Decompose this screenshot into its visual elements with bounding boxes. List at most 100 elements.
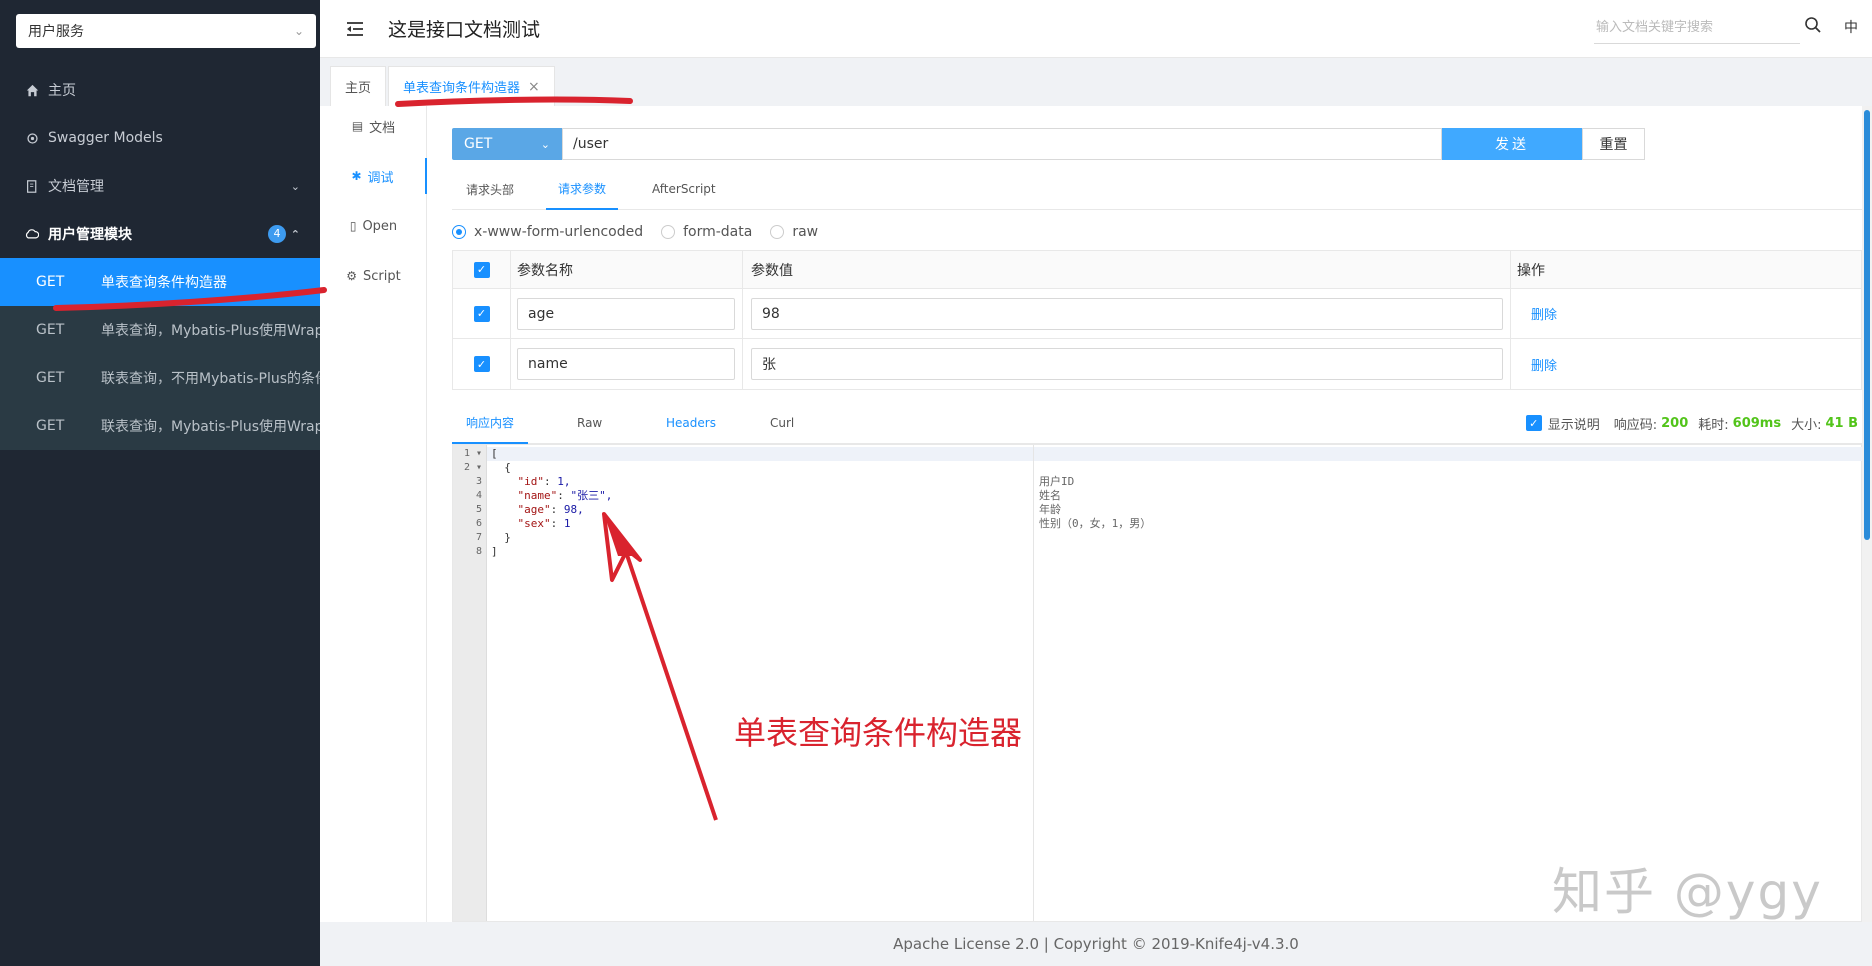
table-row: ✓ name 张 删除 [453,339,1861,389]
tab-bar: 主页 单表查询条件构造器 × [320,58,1872,106]
url-input[interactable]: /user [562,128,1442,160]
param-name-input[interactable]: name [517,348,735,380]
vnav-doc[interactable]: ▤ 文档 [320,108,427,144]
api-item[interactable]: GET 单表查询，Mybatis-Plus使用Wrapp [0,306,320,354]
request-tabs: 请求头部 请求参数 AfterScript [452,168,1862,210]
vnav-open[interactable]: ▯ Open [320,208,427,244]
annotation-text: 单表查询条件构造器 [734,714,1023,752]
sidebar: 用户服务 ⌄ 主页 Swagger Models 文档管理 ⌄ 用户管理模块 4… [0,0,320,966]
file-icon: ▯ [349,219,357,233]
tab-response-content[interactable]: 响应内容 [452,402,529,444]
send-button[interactable]: 发送 [1442,128,1582,160]
tab-request-params[interactable]: 请求参数 [546,168,619,210]
sidebar-item-swagger-models[interactable]: Swagger Models [0,114,320,162]
row-checkbox[interactable]: ✓ [473,356,490,372]
tab-request-headers[interactable]: 请求头部 [466,168,514,210]
search-input[interactable]: 输入文档关键字搜索 [1594,14,1800,44]
chevron-down-icon: ⌄ [293,24,304,38]
response-editor[interactable]: 1 ▾ 2 ▾ 3 4 5 6 7 8 [ { "id": 1, 用户ID "name… [452,444,1863,922]
param-value-input[interactable]: 98 [751,297,1503,330]
api-item[interactable]: GET 联表查询，Mybatis-Plus使用Wrapp [0,402,320,450]
param-value-cell: 张 [743,339,1511,389]
gear-icon [24,130,40,146]
radio-raw[interactable]: raw [770,224,818,240]
close-icon[interactable]: × [528,79,540,95]
language-switch[interactable]: 中 [1844,17,1858,37]
code-line: [ [491,447,498,460]
header-param-name: 参数名称 [511,251,743,288]
sidebar-item-label: 用户管理模块 [48,227,132,243]
tab-response-headers[interactable]: Headers [666,402,716,444]
tab-home[interactable]: 主页 [330,66,387,106]
size-value: 41 B [1825,415,1858,431]
sidebar-item-label: 文档管理 [48,179,104,195]
reset-button[interactable]: 重置 [1582,128,1645,160]
description-divider [1033,445,1034,921]
line-number: 6 [475,518,482,529]
scrollbar-thumb[interactable] [1864,110,1870,540]
json-value: 1 [563,517,571,530]
api-item-active[interactable]: GET 单表查询条件构造器 [0,258,320,306]
chevron-down-icon: ⌄ [540,137,550,151]
json-key: "id" [517,475,545,488]
search-icon[interactable] [1804,16,1824,36]
code-line: "sex": 1 [517,517,571,530]
main-content: ▤ 文档 ✱ 调试 ▯ Open ⚙ Script GET ⌄ /user 发送… [320,106,1872,922]
method-value: GET [464,136,493,152]
sidebar-item-doc-manage[interactable]: 文档管理 ⌄ [0,162,320,210]
radio-form-data[interactable]: form-data [661,224,752,240]
radio-dot [770,225,785,239]
field-description: 姓名 [1039,489,1061,502]
count-badge: 4 [268,225,286,243]
vnav-debug[interactable]: ✱ 调试 [320,158,427,194]
size-label: 大小: [1791,417,1822,433]
delete-link[interactable]: 删除 [1531,304,1557,323]
json-value: "张三", [570,489,613,502]
home-icon [24,82,40,98]
api-method: GET [36,322,65,338]
api-method: GET [36,370,65,386]
row-checkbox[interactable]: ✓ [473,305,490,322]
tab-response-raw[interactable]: Raw [577,402,602,444]
json-value: 98, [563,503,584,516]
vnav-script[interactable]: ⚙ Script [320,258,427,294]
code-line: { [491,461,511,474]
sidebar-item-user-module[interactable]: 用户管理模块 4 ⌃ [0,210,320,258]
service-select[interactable]: 用户服务 ⌄ [16,14,316,48]
document-manage-icon [24,178,40,194]
header-param-value: 参数值 [743,251,1511,288]
field-description: 年龄 [1039,503,1061,516]
vertical-scrollbar[interactable] [1862,106,1872,922]
json-key: "age" [517,503,551,516]
delete-link[interactable]: 删除 [1531,355,1557,374]
active-line-highlight [487,447,1863,461]
field-description: 性别（0，女，1，男） [1039,517,1152,530]
radio-urlencoded[interactable]: x-www-form-urlencoded [452,224,643,240]
tab-response-curl[interactable]: Curl [770,402,794,444]
tab-afterscript[interactable]: AfterScript [652,168,716,210]
tab-label: 单表查询条件构造器 [403,81,521,96]
sidebar-item-label: Swagger Models [48,130,163,146]
sidebar-item-label: 主页 [48,83,76,99]
api-item[interactable]: GET 联表查询，不用Mybatis-Plus的条件 [0,354,320,402]
service-select-value: 用户服务 [28,24,84,40]
menu-fold-icon[interactable] [344,18,366,40]
select-all-checkbox[interactable]: ✓ [473,261,490,278]
code-line: "age": 98, [517,503,584,516]
chevron-up-icon: ⌃ [290,227,300,241]
row-checkbox-cell: ✓ [453,339,511,389]
show-desc-checkbox[interactable]: ✓ [1525,415,1542,431]
code-line: } [491,531,511,544]
sidebar-item-home[interactable]: 主页 [0,66,320,114]
param-value-input[interactable]: 张 [751,348,1503,380]
param-name-input[interactable]: age [517,297,735,330]
field-description: 用户ID [1039,475,1075,488]
line-number: 7 [475,532,482,543]
tab-api-active[interactable]: 单表查询条件构造器 × [388,66,555,106]
action-cell: 删除 [1511,289,1863,338]
method-select[interactable]: GET ⌄ [452,128,562,160]
show-desc-label: 显示说明 [1547,417,1600,433]
line-number: 1 ▾ [463,448,482,459]
json-key: "sex" [517,517,551,530]
code-line: "name": "张三", [517,489,613,502]
